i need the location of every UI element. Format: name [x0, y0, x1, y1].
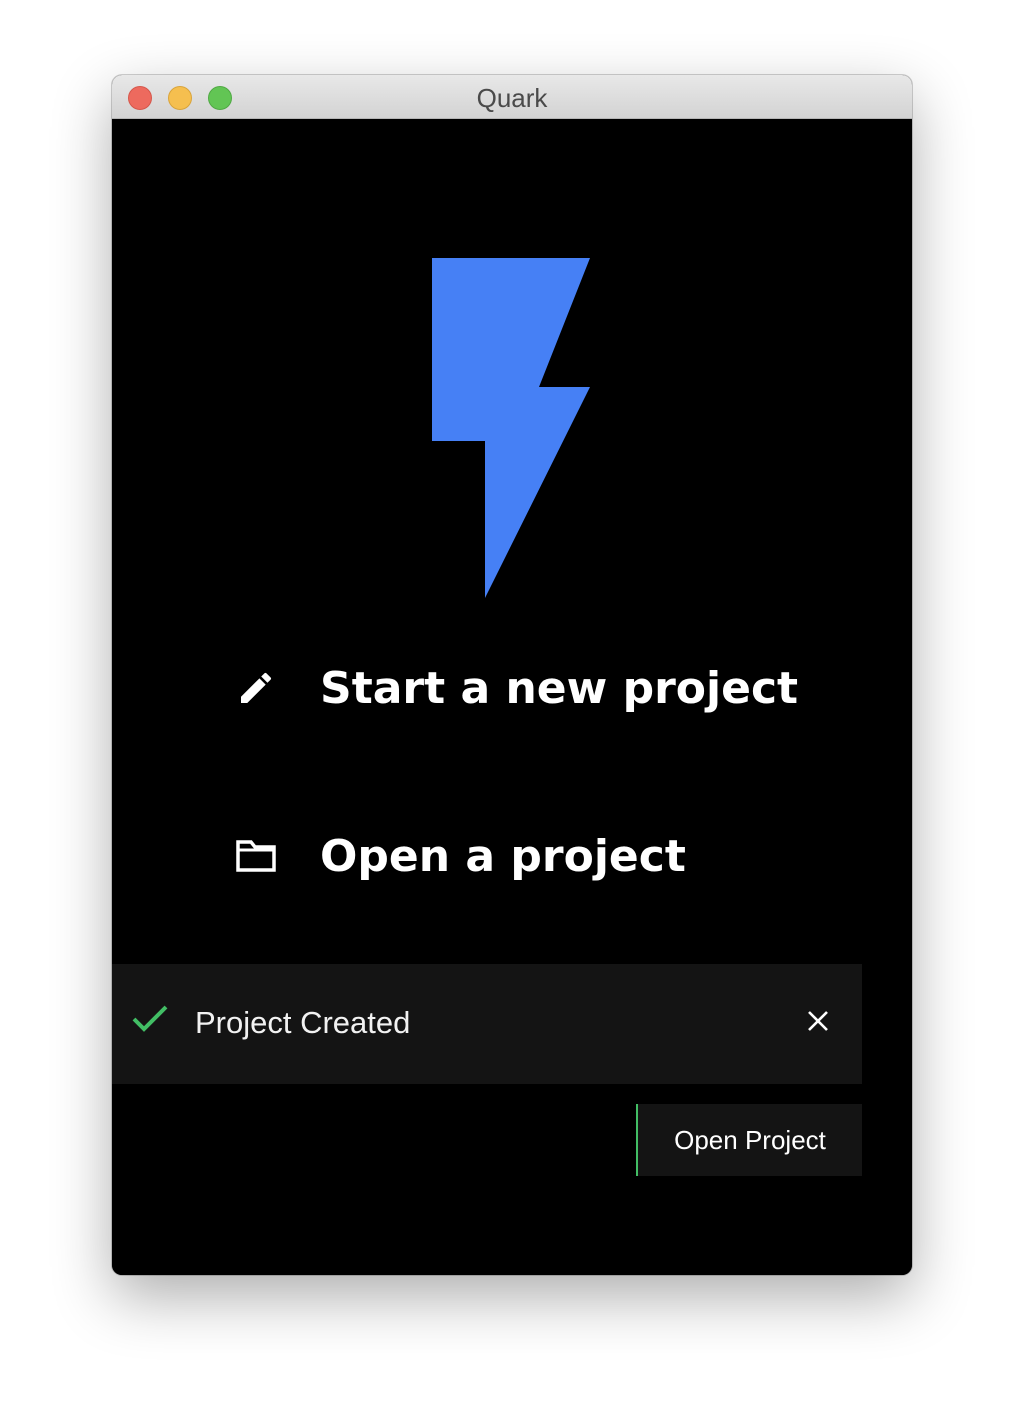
open-project-button[interactable]: Open a project: [232, 826, 686, 886]
notification-message: Project Created: [195, 1005, 411, 1040]
pencil-icon: [232, 664, 280, 712]
app-window: Quark Start a new project Open a project: [112, 75, 912, 1275]
window-title: Quark: [476, 83, 548, 113]
open-project-label: Open a project: [320, 830, 686, 882]
welcome-screen: Start a new project Open a project Proje…: [112, 119, 912, 1275]
folder-icon: [232, 832, 280, 880]
project-created-notification: Project Created: [112, 964, 862, 1084]
open-project-action-button[interactable]: Open Project: [636, 1104, 862, 1176]
lightning-bolt-logo: [432, 258, 590, 598]
title-bar[interactable]: Quark: [112, 75, 912, 119]
start-new-project-button[interactable]: Start a new project: [232, 658, 798, 718]
close-icon[interactable]: [804, 1007, 832, 1035]
checkmark-icon: [132, 1005, 168, 1032]
start-new-project-label: Start a new project: [320, 662, 799, 714]
